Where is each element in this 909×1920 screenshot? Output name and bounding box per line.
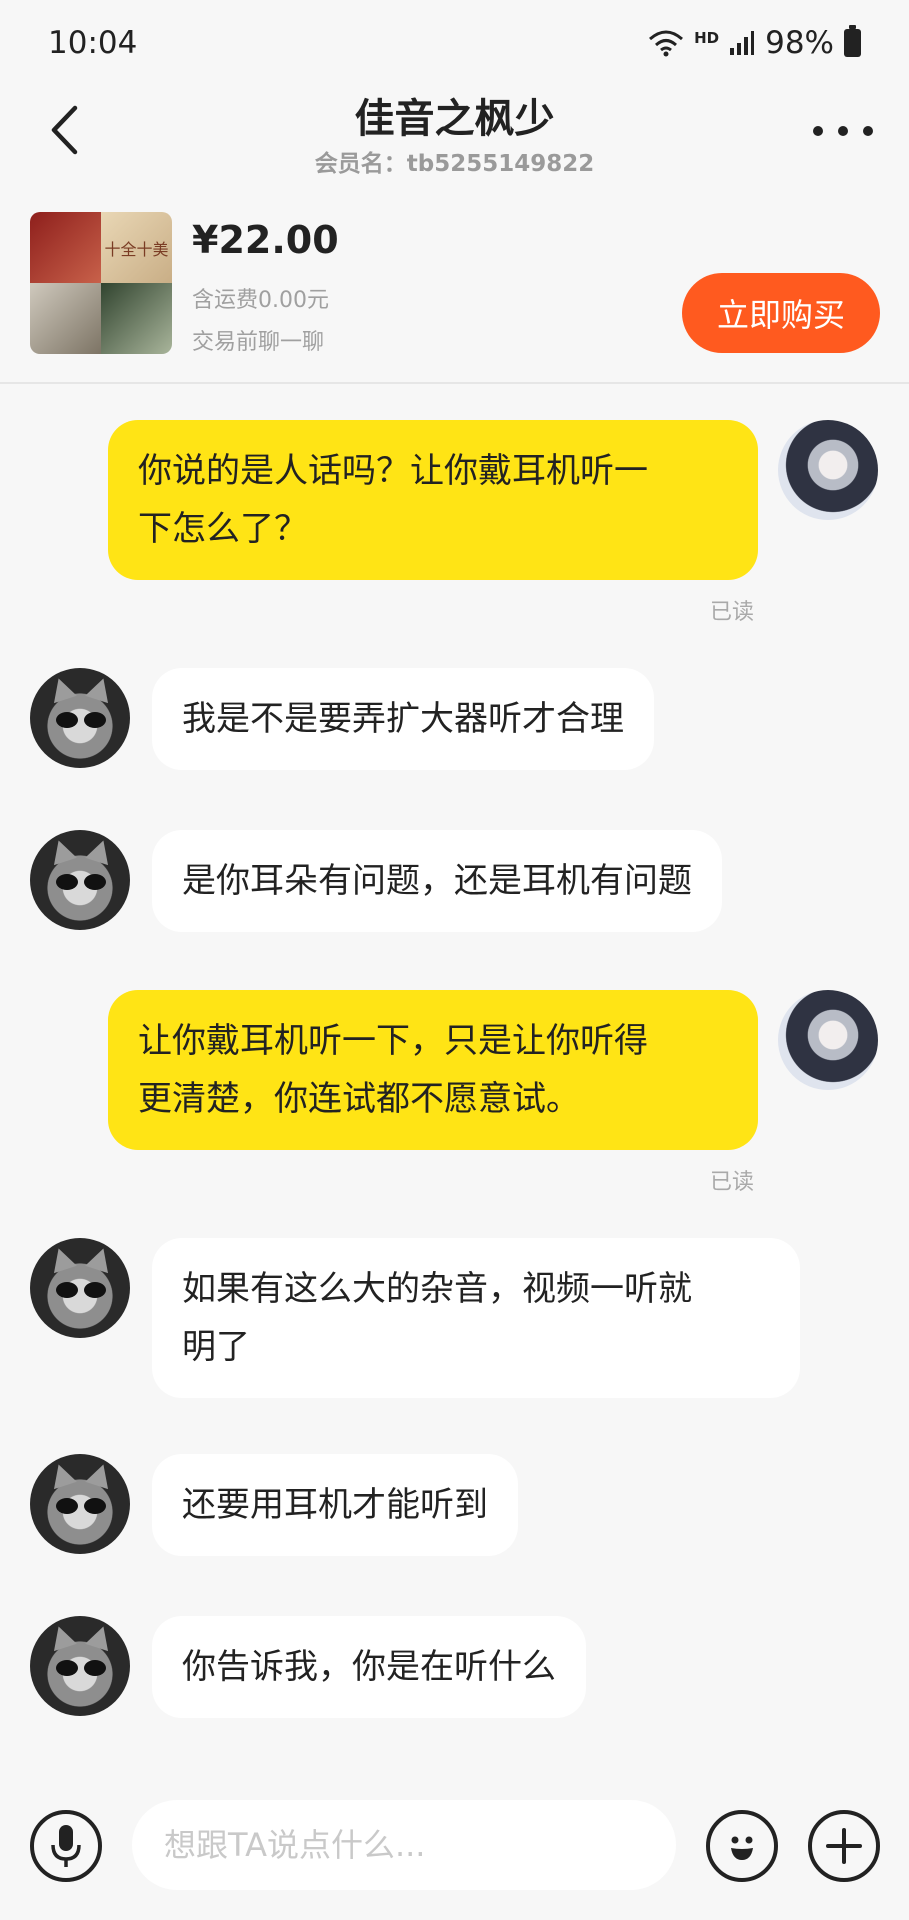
voice-input-button[interactable] [30, 1810, 102, 1882]
contact-message-bubble[interactable]: 是你耳朵有问题，还是耳机有问题 [152, 830, 722, 932]
album-cover-image [101, 283, 172, 354]
smiley-icon [731, 1836, 753, 1860]
album-cover-image [30, 212, 101, 283]
contact-avatar[interactable] [30, 668, 130, 768]
read-receipt: 已读 [710, 600, 755, 625]
contact-name: 佳音之枫少 [354, 96, 555, 142]
more-dot-icon [863, 126, 873, 136]
status-bar: 10:04 HD 98% [0, 0, 909, 86]
my-message-bubble[interactable]: 让你戴耳机听一下，只是让你听得 更清楚，你连试都不愿意试。 [108, 990, 758, 1150]
chat-note: 交易前聊一聊 [192, 330, 325, 355]
contact-message-bubble[interactable]: 如果有这么大的杂音，视频一听就 明了 [152, 1238, 800, 1398]
read-receipt: 已读 [710, 1170, 755, 1195]
contact-message-bubble[interactable]: 还要用耳机才能听到 [152, 1454, 518, 1556]
chat-header: 佳音之枫少 会员名：tb5255149822 [0, 86, 909, 178]
more-dot-icon [838, 126, 848, 136]
input-bar [0, 1786, 909, 1906]
wifi-icon [649, 30, 684, 57]
signal-icon [730, 31, 755, 55]
product-price: ¥22.00 [192, 218, 339, 262]
plus-icon [826, 1828, 862, 1864]
battery-percent: 98% [765, 25, 834, 61]
my-message-bubble[interactable]: 你说的是人话吗？让你戴耳机听一 下怎么了？ [108, 420, 758, 580]
album-cover-image: 十全十美 [101, 212, 172, 283]
buy-now-button[interactable]: 立即购买 [682, 273, 880, 353]
status-icons: HD 98% [648, 25, 861, 61]
more-actions-button[interactable] [808, 1810, 880, 1882]
more-dot-icon [813, 126, 823, 136]
album-cover-text: 十全十美 [104, 239, 169, 259]
microphone-icon [51, 1825, 81, 1867]
battery-icon [844, 25, 861, 57]
contact-avatar[interactable] [30, 830, 130, 930]
product-card[interactable]: 十全十美 ¥22.00 含运费0.00元 交易前聊一聊 立即购买 [0, 200, 909, 384]
product-thumbnail[interactable]: 十全十美 [30, 212, 172, 354]
contact-avatar[interactable] [30, 1454, 130, 1554]
message-input[interactable] [132, 1800, 676, 1890]
my-avatar[interactable] [778, 420, 878, 520]
emoji-button[interactable] [706, 1810, 778, 1882]
contact-message-bubble[interactable]: 你告诉我，你是在听什么 [152, 1616, 586, 1718]
contact-message-bubble[interactable]: 我是不是要弄扩大器听才合理 [152, 668, 654, 770]
shipping-info: 含运费0.00元 [192, 288, 329, 313]
contact-avatar[interactable] [30, 1238, 130, 1338]
member-id: 会员名：tb5255149822 [314, 151, 595, 177]
my-avatar[interactable] [778, 990, 878, 1090]
album-cover-image [30, 283, 101, 354]
status-time: 10:04 [48, 25, 138, 61]
message-list[interactable]: 你说的是人话吗？让你戴耳机听一 下怎么了？ 已读 我是不是要弄扩大器听才合理 是… [0, 386, 909, 1766]
contact-avatar[interactable] [30, 1616, 130, 1716]
more-options-button[interactable] [813, 116, 873, 146]
hd-badge: HD [694, 29, 720, 47]
